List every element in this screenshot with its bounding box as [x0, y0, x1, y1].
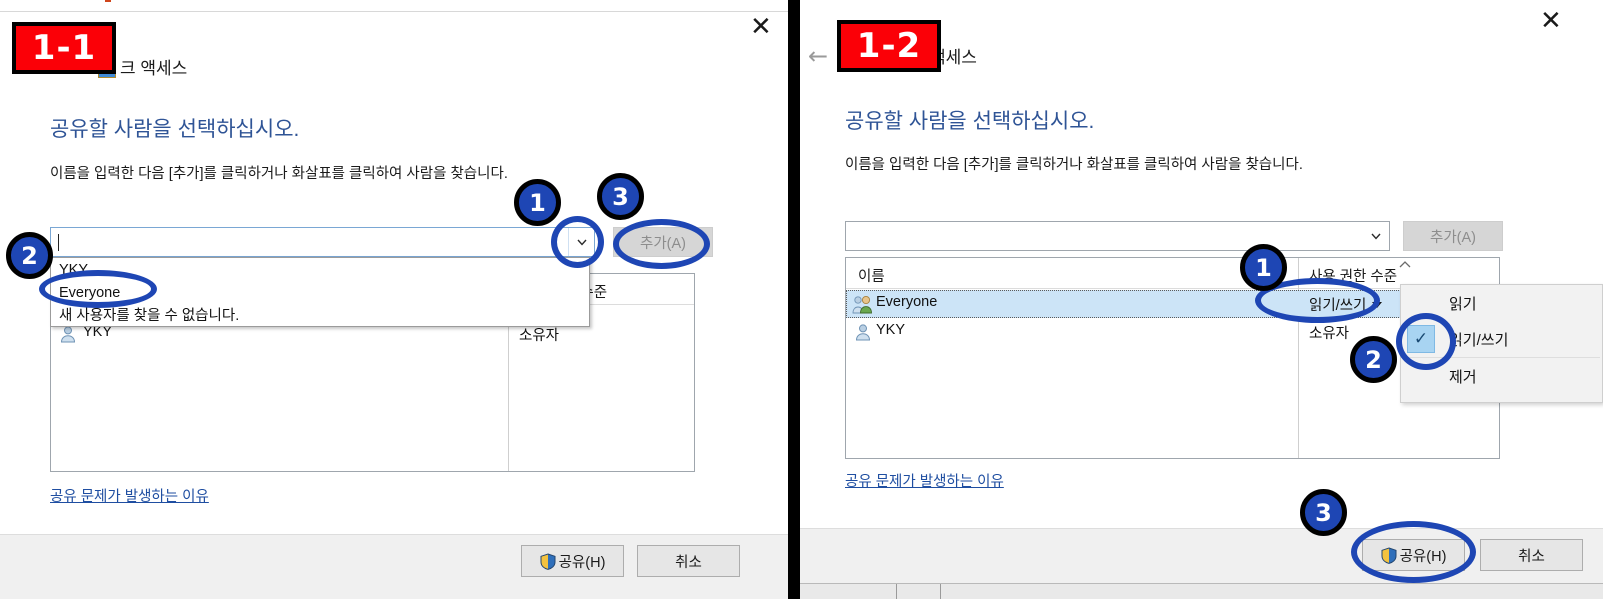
- taskbar-strip-clipped: [800, 583, 1603, 599]
- permission-value: 읽기/쓰기: [1309, 298, 1367, 314]
- chevron-down-icon: [1371, 233, 1381, 240]
- close-icon[interactable]: ✕: [1540, 8, 1562, 34]
- context-menu-label: 제거: [1449, 368, 1477, 386]
- strip-tick: [896, 584, 897, 599]
- strip-tick: [940, 584, 941, 599]
- context-menu-label: 읽기: [1449, 295, 1477, 313]
- chevron-down-icon: [1372, 301, 1383, 308]
- help-link[interactable]: 공유 문제가 발생하는 이유: [845, 470, 1004, 491]
- dialog-footer: 공유(H) 취소: [800, 528, 1603, 583]
- column-header-permission[interactable]: 사용 권한 수준: [1309, 265, 1397, 286]
- annotation-badge-3: 3: [1300, 489, 1347, 536]
- cancel-button[interactable]: 취소: [637, 545, 740, 577]
- page-title: 공유할 사람을 선택하십시오.: [845, 110, 1095, 133]
- context-menu-item-remove[interactable]: 제거: [1401, 358, 1602, 394]
- autocomplete-item-yky[interactable]: YKY: [51, 259, 589, 282]
- add-button-label: 추가(A): [1429, 229, 1476, 246]
- step-label-1-2: 1-2: [837, 20, 941, 72]
- permission-dropdown-everyone[interactable]: 읽기/쓰기: [1309, 294, 1383, 315]
- chevron-up-icon: [1399, 261, 1411, 268]
- ribbon-labels-clipped: [100, 0, 110, 6]
- close-icon[interactable]: ✕: [750, 14, 772, 40]
- context-menu-label: 읽기/쓰기: [1449, 331, 1509, 349]
- share-button[interactable]: 공유(H): [521, 545, 624, 577]
- combo-caret-button[interactable]: [1363, 222, 1389, 250]
- ribbon-strip-clipped: [0, 0, 788, 12]
- cancel-button-label: 취소: [1518, 548, 1545, 565]
- context-menu-item-read-write[interactable]: ✓ 읽기/쓰기: [1401, 321, 1602, 357]
- table-cell-name: Everyone: [876, 294, 938, 310]
- user-name-combobox[interactable]: [845, 221, 1390, 251]
- share-dialog-panel-right: ✕ ← 액세스 공유할 사람을 선택하십시오. 이름을 입력한 다음 [추가]를…: [800, 0, 1603, 599]
- share-dialog-panel-left: ✕ 크 액세스 공유할 사람을 선택하십시오. 이름을 입력한 다음 [추가]를…: [0, 0, 788, 599]
- dialog-footer: 공유(H) 취소: [0, 534, 788, 599]
- help-link[interactable]: 공유 문제가 발생하는 이유: [50, 485, 209, 506]
- panel-divider: [788, 0, 800, 599]
- autocomplete-dropdown[interactable]: YKY Everyone 새 사용자를 찾을 수 없습니다.: [50, 257, 590, 327]
- add-button-label: 추가(A): [639, 235, 686, 252]
- instruction-text: 이름을 입력한 다음 [추가]를 클릭하거나 화살표를 클릭하여 사람을 찾습니…: [845, 157, 1303, 173]
- autocomplete-empty-message: 새 사용자를 찾을 수 없습니다.: [59, 308, 240, 324]
- user-name-combobox[interactable]: [50, 227, 595, 257]
- window-title: 크 액세스: [120, 59, 188, 78]
- add-button[interactable]: 추가(A): [613, 227, 713, 257]
- combo-caret-button[interactable]: [568, 228, 594, 256]
- table-cell-permission: 소유자: [1309, 326, 1350, 342]
- back-arrow-icon[interactable]: ←: [808, 44, 828, 68]
- step-label-1-1: 1-1: [12, 22, 116, 74]
- annotation-badge-3: 3: [597, 173, 644, 220]
- share-button-label: 공유(H): [558, 554, 606, 571]
- shield-icon: [1381, 546, 1397, 564]
- annotation-badge-2: 2: [1350, 336, 1397, 383]
- annotation-badge-1: 1: [1240, 244, 1287, 291]
- cancel-button[interactable]: 취소: [1480, 539, 1583, 571]
- instruction-text: 이름을 입력한 다음 [추가]를 클릭하거나 화살표를 클릭하여 사람을 찾습니…: [50, 166, 508, 182]
- share-button[interactable]: 공유(H): [1362, 539, 1465, 571]
- column-splitter[interactable]: [1298, 258, 1299, 458]
- annotation-badge-2: 2: [6, 232, 53, 279]
- text-cursor: [58, 234, 59, 251]
- add-button[interactable]: 추가(A): [1403, 221, 1503, 251]
- group-icon: [852, 295, 872, 314]
- column-header-name[interactable]: 이름: [858, 265, 885, 286]
- context-menu-checkmark: ✓: [1407, 325, 1435, 353]
- page-title: 공유할 사람을 선택하십시오.: [50, 118, 300, 141]
- share-button-label: 공유(H): [1399, 548, 1447, 565]
- context-menu-item-read[interactable]: 읽기: [1401, 285, 1602, 321]
- chevron-down-icon: [576, 239, 587, 246]
- screenshot-root: ✕ 크 액세스 공유할 사람을 선택하십시오. 이름을 입력한 다음 [추가]를…: [0, 0, 1603, 599]
- cancel-button-label: 취소: [675, 554, 702, 571]
- shield-icon: [540, 552, 556, 570]
- permission-context-menu[interactable]: 읽기 ✓ 읽기/쓰기 제거: [1400, 284, 1603, 403]
- user-icon: [855, 324, 871, 341]
- annotation-badge-1: 1: [514, 179, 561, 226]
- table-cell-name: YKY: [876, 322, 906, 338]
- autocomplete-item-everyone[interactable]: Everyone: [51, 282, 589, 305]
